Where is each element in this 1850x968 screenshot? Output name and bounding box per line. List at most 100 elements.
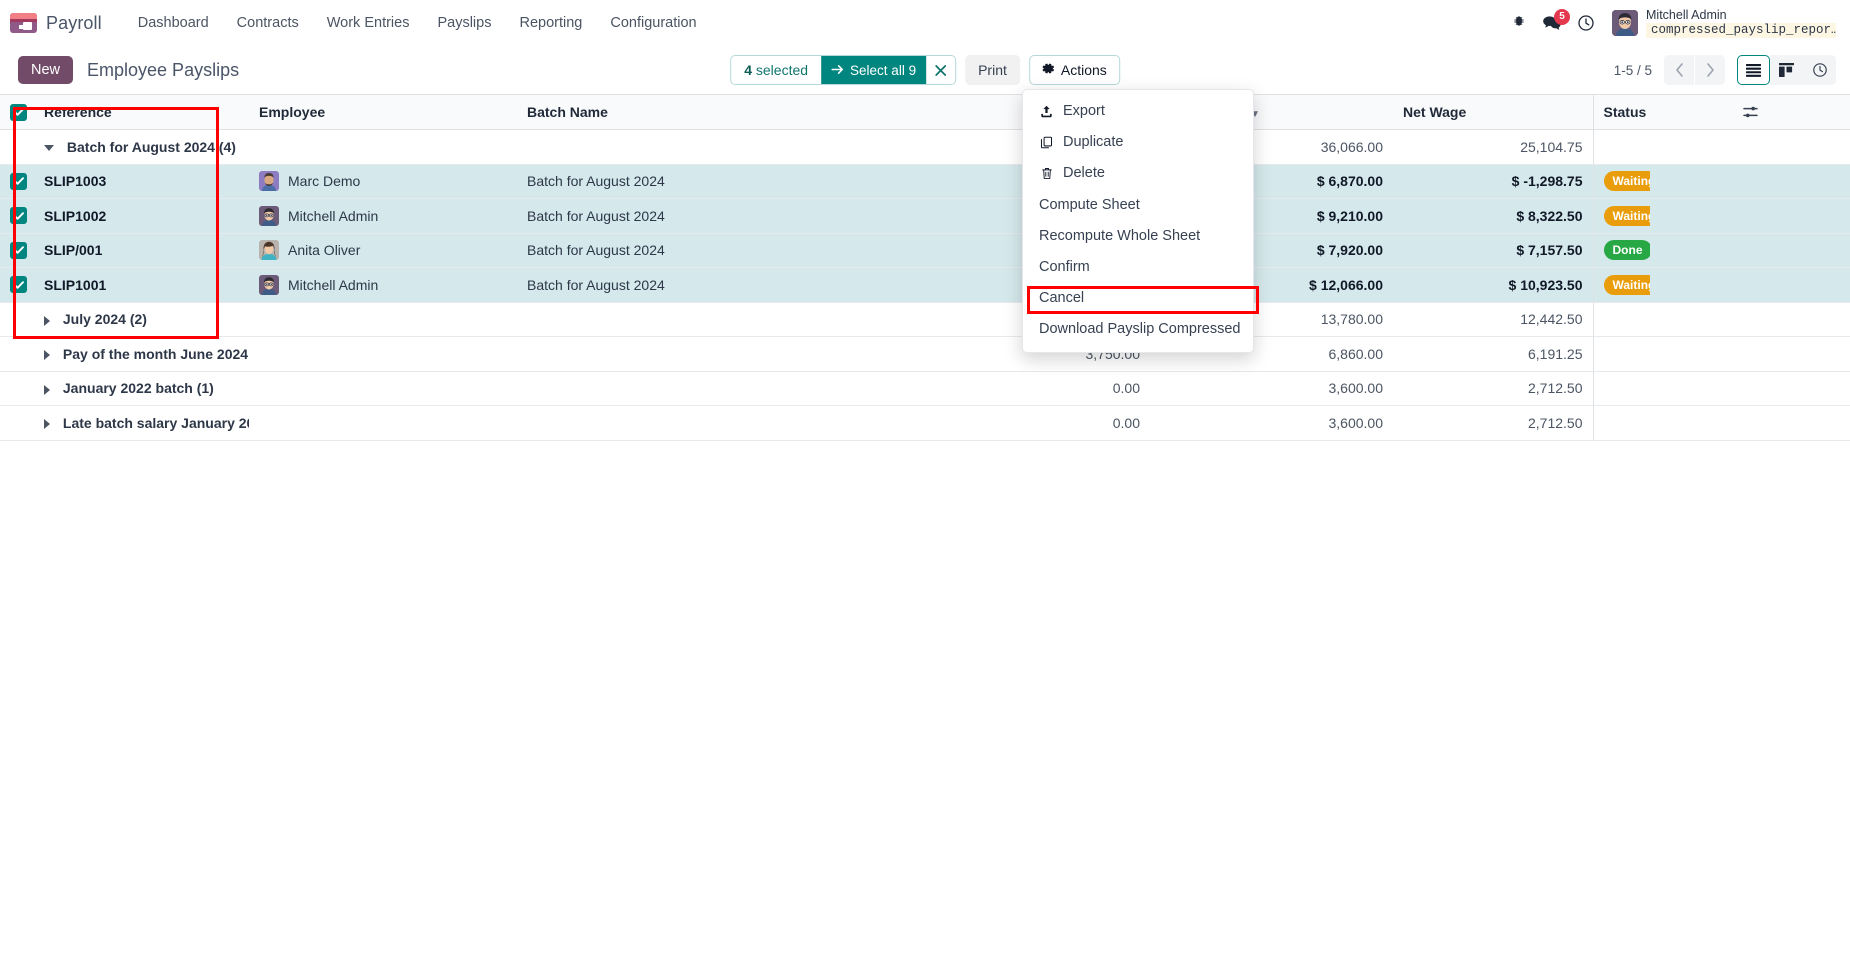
user-info: Mitchell Admin compressed_payslip_repor… <box>1646 8 1836 38</box>
group-status <box>1592 371 1650 406</box>
group-label: Batch for August 2024 (4) <box>66 138 236 155</box>
group-row-january-2022[interactable]: January 2022 batch (1) 0.00 3,600.00 2,7… <box>0 371 1850 406</box>
chevron-right-icon[interactable] <box>1695 55 1725 85</box>
row-spacer <box>1650 164 1850 199</box>
cell-batch-name: Batch for August 2024 <box>517 164 907 199</box>
group-batch-cell <box>517 129 907 165</box>
cell-batch-name: Batch for August 2024 <box>517 198 907 234</box>
avatar <box>259 171 279 192</box>
row-checkbox[interactable] <box>10 207 27 225</box>
database-name-chip: compressed_payslip_repor… <box>1646 23 1836 38</box>
group-label-cell[interactable]: January 2022 batch (1) <box>34 371 249 406</box>
chevron-left-icon[interactable] <box>1664 55 1694 85</box>
brand[interactable]: Payroll <box>10 13 102 34</box>
group-label-cell[interactable]: July 2024 (2) <box>34 302 249 337</box>
table-row[interactable]: SLIP1001 Mitchell Admin Batch for August… <box>0 267 1850 303</box>
group-batch-cell <box>517 336 907 372</box>
selected-count-value: 4 <box>744 62 752 78</box>
employee-name: Marc Demo <box>288 173 361 190</box>
caret-right-icon <box>44 419 50 430</box>
column-header-net-wage[interactable]: Net Wage <box>1393 94 1593 130</box>
group-row-june-2024[interactable]: Pay of the month June 2024 (1) 3,750.00 … <box>0 336 1850 372</box>
bug-icon[interactable] <box>1511 15 1527 31</box>
print-button[interactable]: Print <box>965 55 1020 85</box>
select-all-checkbox-cell <box>0 94 34 130</box>
table-row[interactable]: SLIP1002 Mitchell Admin Batch for August… <box>0 198 1850 234</box>
menu-item-duplicate[interactable]: Duplicate <box>1023 127 1253 158</box>
group-label: January 2022 batch (1) <box>62 380 214 397</box>
menu-item-confirm[interactable]: Confirm <box>1023 252 1253 283</box>
menu-item-export[interactable]: Export <box>1023 96 1253 127</box>
selection-group: 4 selected Select all 9 <box>730 55 957 85</box>
menu-item-compute-sheet[interactable]: Compute Sheet <box>1023 190 1253 221</box>
caret-down-icon <box>44 145 54 152</box>
menu-item-configuration[interactable]: Configuration <box>596 9 710 37</box>
upload-icon <box>1039 105 1054 118</box>
main-menu: Dashboard Contracts Work Entries Payslip… <box>124 9 711 37</box>
group-row-july-2024[interactable]: July 2024 (2) 7,500.00 13,780.00 12,442.… <box>0 302 1850 337</box>
page-title: Employee Payslips <box>87 59 240 80</box>
arrow-right-icon <box>831 63 844 78</box>
menu-item-payslips[interactable]: Payslips <box>423 9 505 37</box>
row-checkbox[interactable] <box>10 241 27 259</box>
select-all-button[interactable]: Select all 9 <box>821 56 927 84</box>
employee-wrap: Mitchell Admin <box>259 205 507 226</box>
group-basic-wage: 0.00 <box>907 371 1150 406</box>
list-icon[interactable] <box>1737 55 1770 85</box>
employee-wrap: Anita Oliver <box>259 240 507 261</box>
table-row[interactable]: SLIP1003 Marc Demo Batch for August 2024… <box>0 164 1850 199</box>
close-icon[interactable] <box>926 56 955 84</box>
cell-status: Waiting <box>1592 164 1650 199</box>
payroll-card-icon <box>10 13 37 33</box>
column-header-batch-name[interactable]: Batch Name <box>517 94 907 130</box>
row-checkbox[interactable] <box>10 172 27 190</box>
cell-status: Done <box>1592 233 1650 268</box>
group-checkbox-cell <box>0 129 34 165</box>
group-label-cell[interactable]: Batch for August 2024 (4) <box>34 129 249 165</box>
group-employee-cell <box>249 336 517 372</box>
actions-button[interactable]: Actions <box>1028 55 1120 85</box>
user-menu[interactable]: Mitchell Admin compressed_payslip_repor… <box>1612 8 1836 38</box>
menu-item-delete-label: Delete <box>1063 165 1105 182</box>
select-all-checkbox[interactable] <box>10 103 27 121</box>
status-badge: Waiting <box>1603 205 1650 226</box>
menu-item-cancel[interactable]: Cancel <box>1023 283 1253 314</box>
menu-item-download-payslip-compressed[interactable]: Download Payslip Compressed <box>1023 314 1253 345</box>
kanban-icon[interactable] <box>1770 55 1803 85</box>
group-net-wage: 2,712.50 <box>1393 405 1593 441</box>
clock-icon[interactable] <box>1577 14 1595 32</box>
menu-item-contracts[interactable]: Contracts <box>223 9 313 37</box>
row-checkbox[interactable] <box>10 276 27 294</box>
group-batch-cell <box>517 405 907 441</box>
settings-sliders-icon[interactable] <box>1660 105 1840 119</box>
select-all-label: Select all 9 <box>850 62 917 78</box>
selection-toolbar: 4 selected Select all 9 Print Actions <box>730 55 1120 85</box>
messages-icon[interactable]: 5 <box>1542 9 1570 31</box>
table-header: Reference Employee Batch Name Gross Wage… <box>0 94 1850 130</box>
avatar <box>259 274 279 295</box>
group-row-batch-august-2024[interactable]: Batch for August 2024 (4) 36,066.00 25,1… <box>0 129 1850 165</box>
menu-item-delete[interactable]: Delete <box>1023 158 1253 189</box>
group-label: Pay of the month June 2024 (1) <box>62 345 249 362</box>
menu-item-recompute-whole-sheet[interactable]: Recompute Whole Sheet <box>1023 221 1253 252</box>
group-label-cell[interactable]: Late batch salary January 2023 (1) <box>34 405 249 441</box>
menu-item-dashboard[interactable]: Dashboard <box>124 9 223 37</box>
group-label-cell[interactable]: Pay of the month June 2024 (1) <box>34 336 249 372</box>
group-basic-wage: 0.00 <box>907 405 1150 441</box>
column-header-reference[interactable]: Reference <box>34 94 249 130</box>
navbar-systray: 5 Mitchell Admin compressed_payslip_repo… <box>1511 8 1836 38</box>
column-header-employee[interactable]: Employee <box>249 94 517 130</box>
menu-item-reporting[interactable]: Reporting <box>505 9 596 37</box>
group-row-late-january-2023[interactable]: Late batch salary January 2023 (1) 0.00 … <box>0 405 1850 441</box>
selected-count: 4 selected <box>731 62 821 78</box>
group-status <box>1592 336 1650 372</box>
cell-net-wage: $ -1,298.75 <box>1393 164 1593 199</box>
new-button[interactable]: New <box>18 56 74 84</box>
menu-item-work-entries[interactable]: Work Entries <box>313 9 424 37</box>
clock-icon[interactable] <box>1803 55 1836 85</box>
employee-name: Mitchell Admin <box>288 207 379 224</box>
table-row[interactable]: SLIP/001 Anita Oliver Batch for August 2… <box>0 233 1850 268</box>
table-header-row: Reference Employee Batch Name Gross Wage… <box>0 94 1850 130</box>
column-header-status[interactable]: Status <box>1592 94 1650 130</box>
database-name-text: compressed_payslip_repor… <box>1651 23 1836 37</box>
